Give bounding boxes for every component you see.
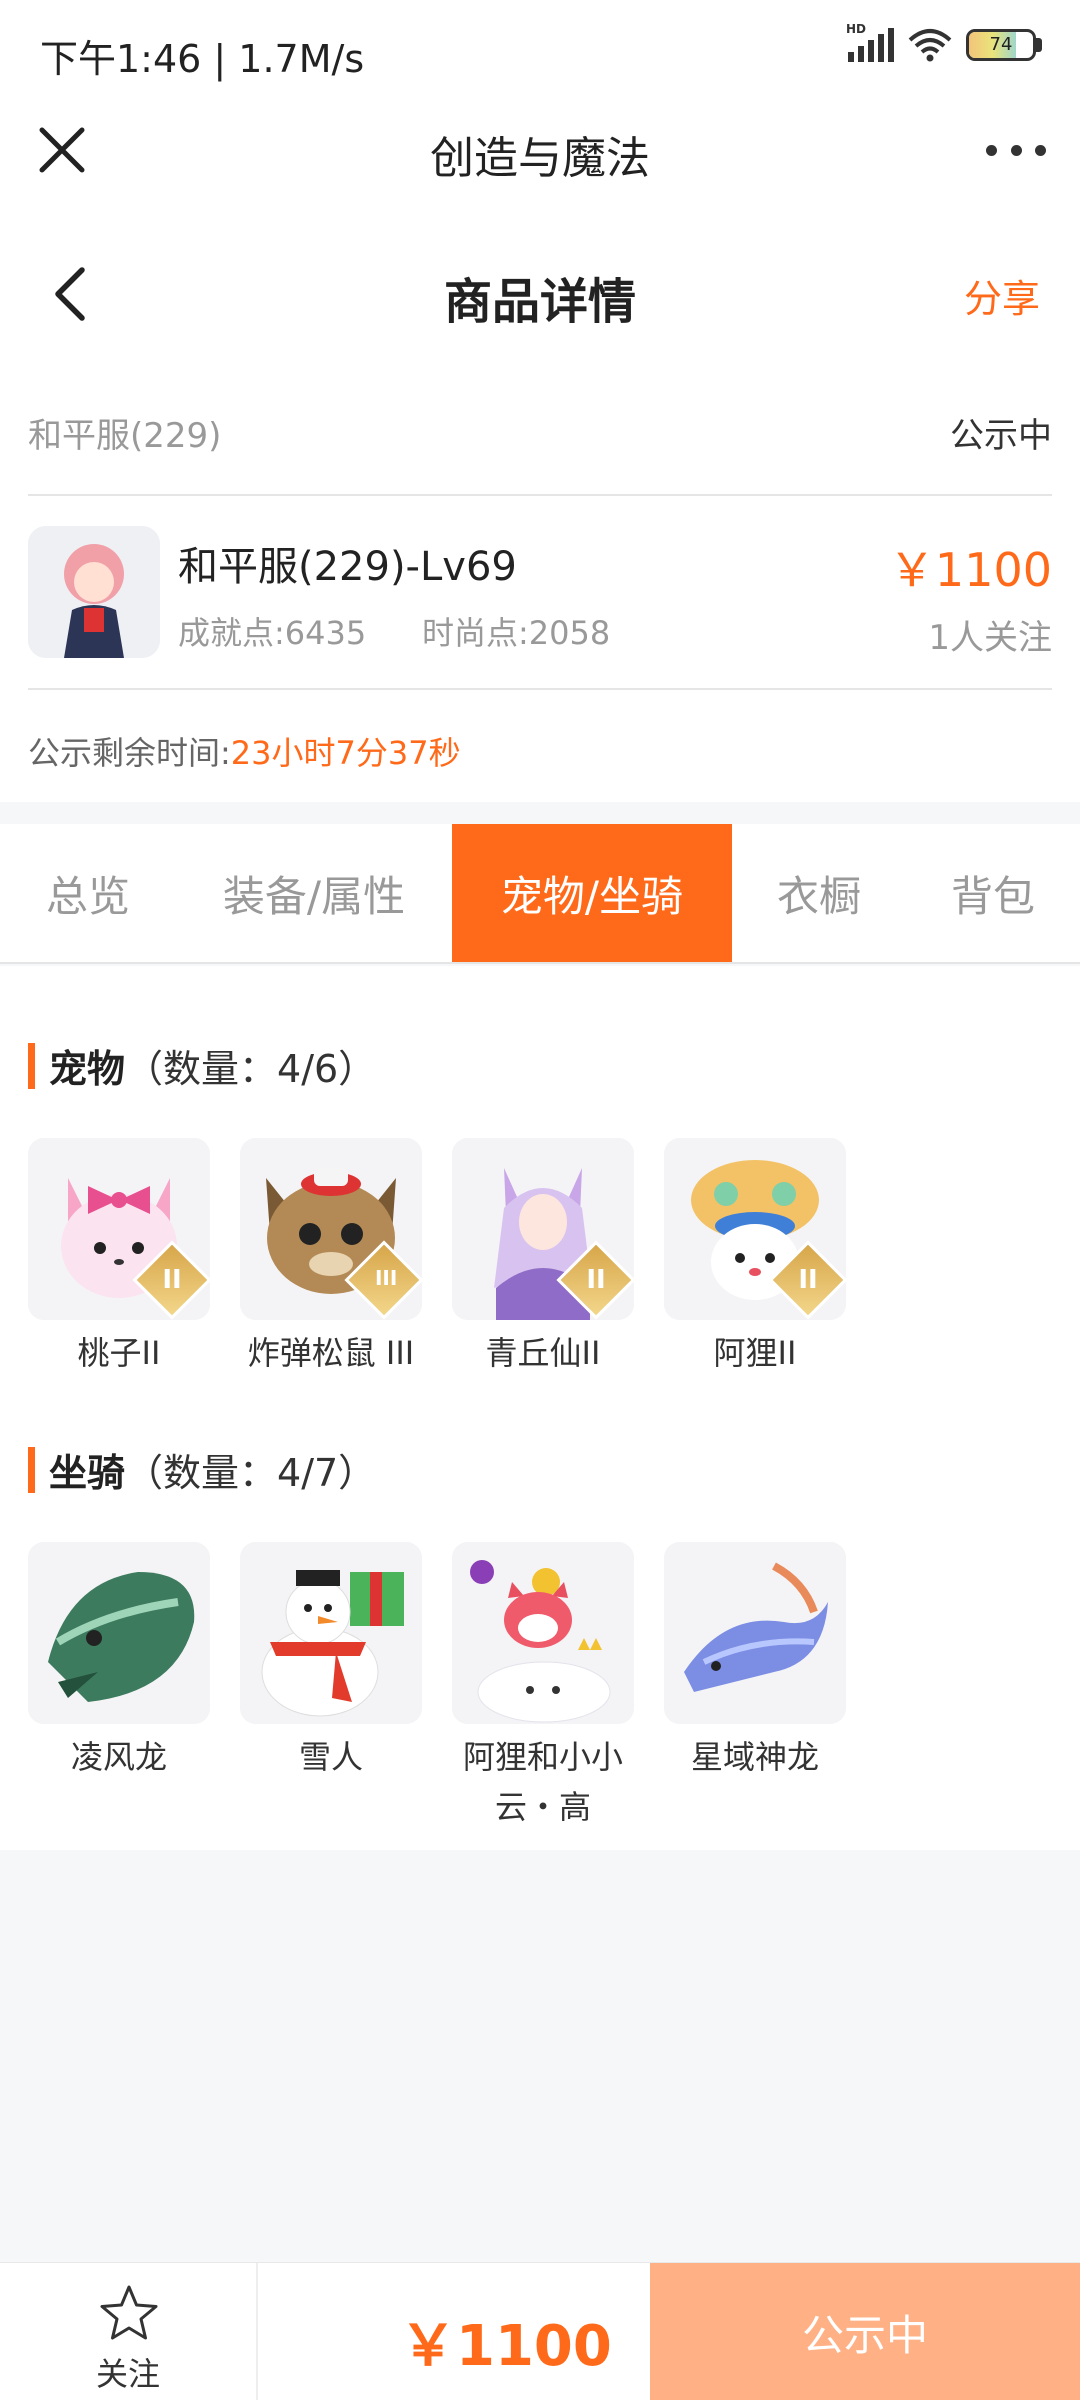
bottom-bar: 关注 ￥1100 公示中	[0, 2262, 1080, 2400]
mount-card[interactable]: 凌风龙	[28, 1542, 210, 1782]
pets-mounts-panel: 宠物 （数量：4/6） II 桃子II III 炸弹松鼠 III II 青丘仙I…	[0, 966, 1080, 1850]
mount-image	[240, 1542, 422, 1724]
divider	[28, 494, 1052, 496]
pet-card[interactable]: II 阿狸II	[664, 1138, 846, 1378]
follow-label: 关注	[95, 2355, 160, 2393]
mount-name: 阿狸和小小云・高	[462, 1738, 623, 1826]
mount-name: 雪人	[298, 1738, 363, 1776]
battery-icon: 74	[966, 29, 1042, 61]
tab-wardrobe[interactable]: 衣橱	[732, 824, 906, 962]
tab-overview[interactable]: 总览	[0, 824, 176, 962]
page-header: 商品详情 分享	[0, 222, 1080, 362]
status-bar: 下午1:46 | 1.7M/s HD 74	[0, 0, 1080, 82]
pet-card[interactable]: III 炸弹松鼠 III	[240, 1138, 422, 1378]
remaining-time-label: 公示剩余时间:	[28, 734, 231, 772]
app-header: 创造与魔法	[0, 82, 1080, 222]
price: ￥1100	[888, 543, 1052, 597]
server-name: 和平服(229)	[28, 416, 222, 456]
page-title: 商品详情	[443, 274, 636, 330]
mount-image	[452, 1542, 634, 1724]
pet-image: II	[664, 1138, 846, 1320]
achievement-points: 成就点:6435	[178, 614, 367, 652]
tab-pets-mounts[interactable]: 宠物/坐骑	[452, 824, 732, 962]
signal-icon: HD	[846, 22, 894, 62]
pet-card[interactable]: II 青丘仙II	[452, 1138, 634, 1378]
pet-name: 阿狸II	[713, 1334, 797, 1372]
pet-image: II	[28, 1138, 210, 1320]
star-icon	[100, 2285, 158, 2340]
share-button[interactable]: 分享	[964, 268, 1040, 323]
pet-name: 青丘仙II	[485, 1334, 601, 1372]
status-badge: 公示中	[950, 416, 1052, 456]
tab-equipment[interactable]: 装备/属性	[176, 824, 452, 962]
status-time: 下午1:46 | 1.7M/s	[40, 37, 365, 81]
fashion-points: 时尚点:2058	[422, 614, 611, 652]
product-name: 和平服(229)-Lv69	[178, 544, 517, 590]
wifi-icon	[908, 29, 952, 62]
pet-image: III	[240, 1138, 422, 1320]
pets-section-title: 宠物 （数量：4/6）	[28, 1038, 376, 1093]
avatar	[28, 526, 160, 658]
more-icon[interactable]	[986, 122, 1046, 178]
bottom-price: ￥1100	[400, 2314, 612, 2379]
tab-backpack[interactable]: 背包	[906, 824, 1080, 962]
mount-image	[28, 1542, 210, 1724]
mount-card[interactable]: 星域神龙	[664, 1542, 846, 1782]
app-title: 创造与魔法	[430, 133, 650, 184]
mount-image	[664, 1542, 846, 1724]
mount-name: 凌风龙	[70, 1738, 167, 1776]
status-icons: HD 74	[846, 22, 1042, 62]
mounts-section-title: 坐骑 （数量：4/7）	[28, 1442, 376, 1497]
remaining-time-value: 23小时7分37秒	[230, 734, 461, 772]
mount-card[interactable]: 阿狸和小小云・高	[452, 1542, 634, 1832]
mount-card[interactable]: 雪人	[240, 1542, 422, 1782]
pet-name: 桃子II	[77, 1334, 161, 1372]
divider	[28, 688, 1052, 690]
product-info: 和平服(229) 公示中 和平服(229)-Lv69 成就点:6435 时尚点:…	[0, 362, 1080, 802]
follower-count: 1人关注	[928, 618, 1052, 658]
pet-image: II	[452, 1138, 634, 1320]
status-action-button[interactable]: 公示中	[650, 2263, 1080, 2400]
mount-name: 星域神龙	[690, 1738, 819, 1776]
tab-bar: 总览 装备/属性 宠物/坐骑 衣橱 背包	[0, 824, 1080, 964]
pet-name: 炸弹松鼠 III	[247, 1334, 415, 1372]
remaining-time: 公示剩余时间:23小时7分37秒	[28, 728, 461, 774]
follow-button[interactable]: 关注	[0, 2263, 258, 2400]
pet-card[interactable]: II 桃子II	[28, 1138, 210, 1378]
